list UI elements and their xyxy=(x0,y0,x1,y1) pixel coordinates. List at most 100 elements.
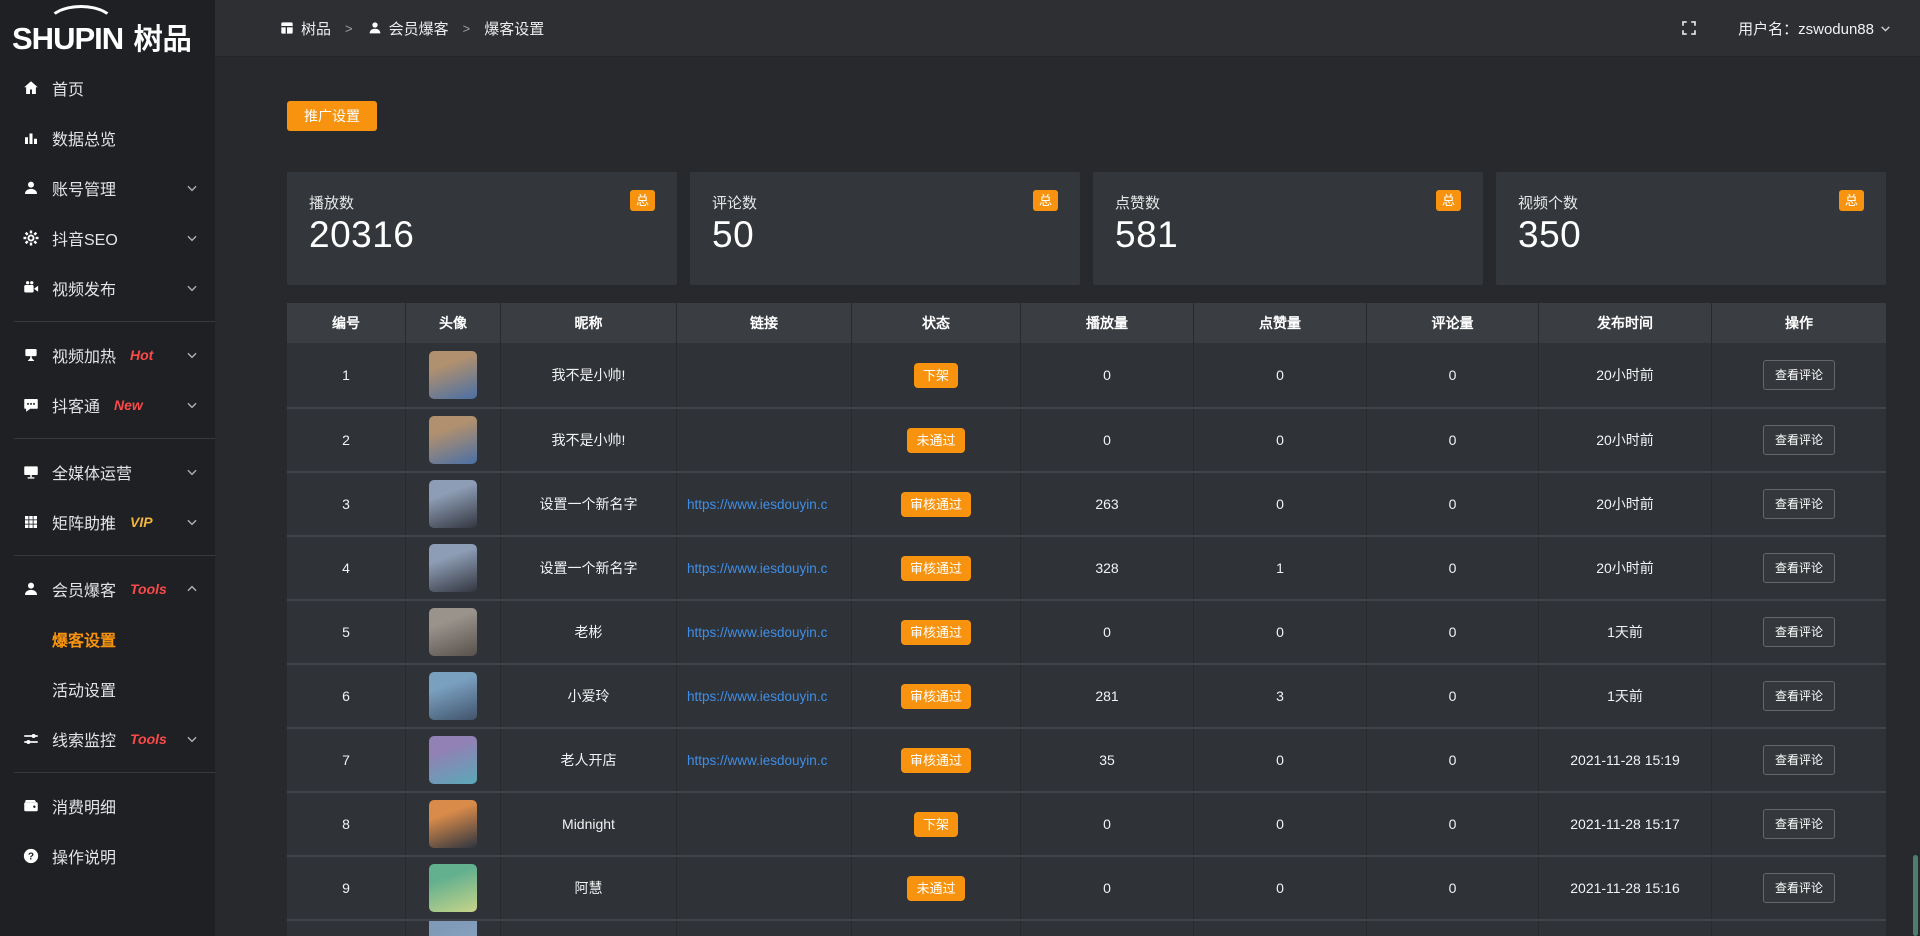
column-header-链接: 链接 xyxy=(677,303,852,343)
publish-time-cell: 20小时前 xyxy=(1539,537,1712,599)
stat-value: 350 xyxy=(1518,214,1864,256)
sidebar-nav: 首页数据总览账号管理抖音SEO视频发布视频加热Hot抖客通New 全媒体运营矩阵助… xyxy=(0,63,215,881)
status-badge[interactable]: 下架 xyxy=(914,812,958,837)
video-link[interactable]: https://www.iesdouyin.c xyxy=(677,497,851,512)
sidebar-item-label: 线索监控 xyxy=(52,727,116,751)
sidebar-item-视频发布[interactable]: 视频发布 xyxy=(0,263,215,313)
sidebar-item-线索监控[interactable]: 线索监控 Tools xyxy=(0,714,215,764)
sidebar-divider xyxy=(14,772,215,773)
question-icon: ? xyxy=(22,847,40,865)
view-comments-button[interactable]: 查看评论 xyxy=(1763,489,1835,519)
likes-cell: 0 xyxy=(1194,473,1367,535)
avatar xyxy=(429,351,477,399)
status-badge[interactable]: 下架 xyxy=(914,363,958,388)
sidebar-item-抖音SEO[interactable]: 抖音SEO xyxy=(0,213,215,263)
sliders-icon xyxy=(22,730,40,748)
publish-time-cell: 2021-11-28 15:16 xyxy=(1539,857,1712,919)
breadcrumb-item-树品[interactable]: 树品 xyxy=(279,18,331,39)
link-cell: https://www.iesdouyin.c xyxy=(677,473,852,535)
video-link[interactable]: https://www.iesdouyin.c xyxy=(677,561,851,576)
likes-cell: 0 xyxy=(1194,793,1367,855)
sidebar-item-首页[interactable]: 首页 xyxy=(0,63,215,113)
sidebar-subitem-活动设置[interactable]: 活动设置 xyxy=(0,664,215,714)
avatar-cell xyxy=(406,921,501,936)
sidebar-item-tag: Tools xyxy=(130,731,167,747)
status-cell: 未通过 xyxy=(852,857,1021,919)
view-comments-button[interactable]: 查看评论 xyxy=(1763,360,1835,390)
sidebar-item-消费明细[interactable]: 消费明细 xyxy=(0,781,215,831)
promotion-settings-button[interactable]: 推广设置 xyxy=(287,101,377,131)
video-link[interactable]: https://www.iesdouyin.c xyxy=(677,753,851,768)
status-badge[interactable]: 未通过 xyxy=(907,876,964,901)
view-comments-button[interactable]: 查看评论 xyxy=(1763,425,1835,455)
sidebar-item-label: 抖客通 xyxy=(52,393,100,417)
sidebar-item-抖客通[interactable]: 抖客通New xyxy=(0,380,215,430)
nickname: 老人开店 xyxy=(561,750,617,770)
total-badge: 总 xyxy=(630,190,655,211)
status-badge[interactable]: 审核通过 xyxy=(901,748,971,773)
sidebar-item-全媒体运营[interactable]: 全媒体运营 xyxy=(0,447,215,497)
row-number: 2 xyxy=(342,432,350,448)
row-number-cell: 7 xyxy=(287,729,406,791)
row-number: 1 xyxy=(342,367,350,383)
view-comments-button[interactable]: 查看评论 xyxy=(1763,681,1835,711)
table-row: 4设置一个新名字https://www.iesdouyin.c审核通过32810… xyxy=(287,535,1886,599)
sidebar-item-label: 矩阵助推 xyxy=(52,510,116,534)
stat-card-点赞数: 点赞数581总 xyxy=(1093,172,1483,285)
publish-time: 2021-11-28 15:19 xyxy=(1570,752,1680,768)
view-comments-button[interactable]: 查看评论 xyxy=(1763,809,1835,839)
action-cell: 查看评论 xyxy=(1712,409,1886,471)
column-header-状态: 状态 xyxy=(852,303,1021,343)
view-comments-button[interactable]: 查看评论 xyxy=(1763,617,1835,647)
grid-small-icon xyxy=(279,20,295,36)
nickname-cell: 老人开店 xyxy=(501,729,677,791)
sidebar-item-label: 全媒体运营 xyxy=(52,460,132,484)
user-menu[interactable]: 用户名：zswodun88 xyxy=(1738,18,1892,39)
member-icon xyxy=(22,580,40,598)
status-badge[interactable]: 审核通过 xyxy=(901,684,971,709)
likes-cell: 3 xyxy=(1194,665,1367,727)
comments-cell: 0 xyxy=(1367,409,1539,471)
likes-value: 0 xyxy=(1276,816,1284,832)
status-badge[interactable]: 审核通过 xyxy=(901,492,971,517)
sidebar-item-矩阵助推[interactable]: 矩阵助推VIP xyxy=(0,497,215,547)
nickname: 设置一个新名字 xyxy=(540,494,638,514)
comments-value: 0 xyxy=(1449,816,1457,832)
view-comments-button[interactable]: 查看评论 xyxy=(1763,873,1835,903)
sidebar-item-数据总览[interactable]: 数据总览 xyxy=(0,113,215,163)
row-number-cell: 6 xyxy=(287,665,406,727)
likes-value: 0 xyxy=(1276,624,1284,640)
nickname-cell: Midnight xyxy=(501,793,677,855)
breadcrumb-item-会员爆客[interactable]: 会员爆客 xyxy=(367,18,449,39)
status-cell: 下架 xyxy=(852,343,1021,407)
sidebar-item-label: 数据总览 xyxy=(52,126,116,150)
fullscreen-icon[interactable] xyxy=(1680,19,1698,37)
publish-time-cell xyxy=(1539,921,1712,936)
logo-text-cn: 树品 xyxy=(134,24,192,56)
table-row: 6小爱玲https://www.iesdouyin.c审核通过281301天前查… xyxy=(287,663,1886,727)
sidebar-item-会员爆客[interactable]: 会员爆客Tools xyxy=(0,564,215,614)
status-badge[interactable]: 审核通过 xyxy=(901,556,971,581)
plays-value: 35 xyxy=(1099,752,1115,768)
comments-cell xyxy=(1367,921,1539,936)
nickname-cell: 阿慧 xyxy=(501,857,677,919)
video-link[interactable]: https://www.iesdouyin.c xyxy=(677,689,851,704)
sidebar-item-账号管理[interactable]: 账号管理 xyxy=(0,163,215,213)
link-cell: https://www.iesdouyin.c xyxy=(677,665,852,727)
scrollbar-thumb[interactable] xyxy=(1913,855,1918,936)
sidebar-item-操作说明[interactable]: ?操作说明 xyxy=(0,831,215,881)
status-badge[interactable]: 未通过 xyxy=(907,428,964,453)
status-badge[interactable]: 审核通过 xyxy=(901,620,971,645)
sidebar-subitem-爆客设置[interactable]: 爆客设置 xyxy=(0,614,215,664)
row-number-cell: 8 xyxy=(287,793,406,855)
view-comments-button[interactable]: 查看评论 xyxy=(1763,553,1835,583)
screen-icon xyxy=(22,346,40,364)
breadcrumb-item-爆客设置[interactable]: 爆客设置 xyxy=(484,18,544,39)
video-link[interactable]: https://www.iesdouyin.c xyxy=(677,625,851,640)
comments-cell: 0 xyxy=(1367,729,1539,791)
view-comments-button[interactable]: 查看评论 xyxy=(1763,745,1835,775)
sidebar-item-视频加热[interactable]: 视频加热Hot xyxy=(0,330,215,380)
comments-value: 0 xyxy=(1449,880,1457,896)
avatar xyxy=(429,921,477,936)
row-number: 7 xyxy=(342,752,350,768)
